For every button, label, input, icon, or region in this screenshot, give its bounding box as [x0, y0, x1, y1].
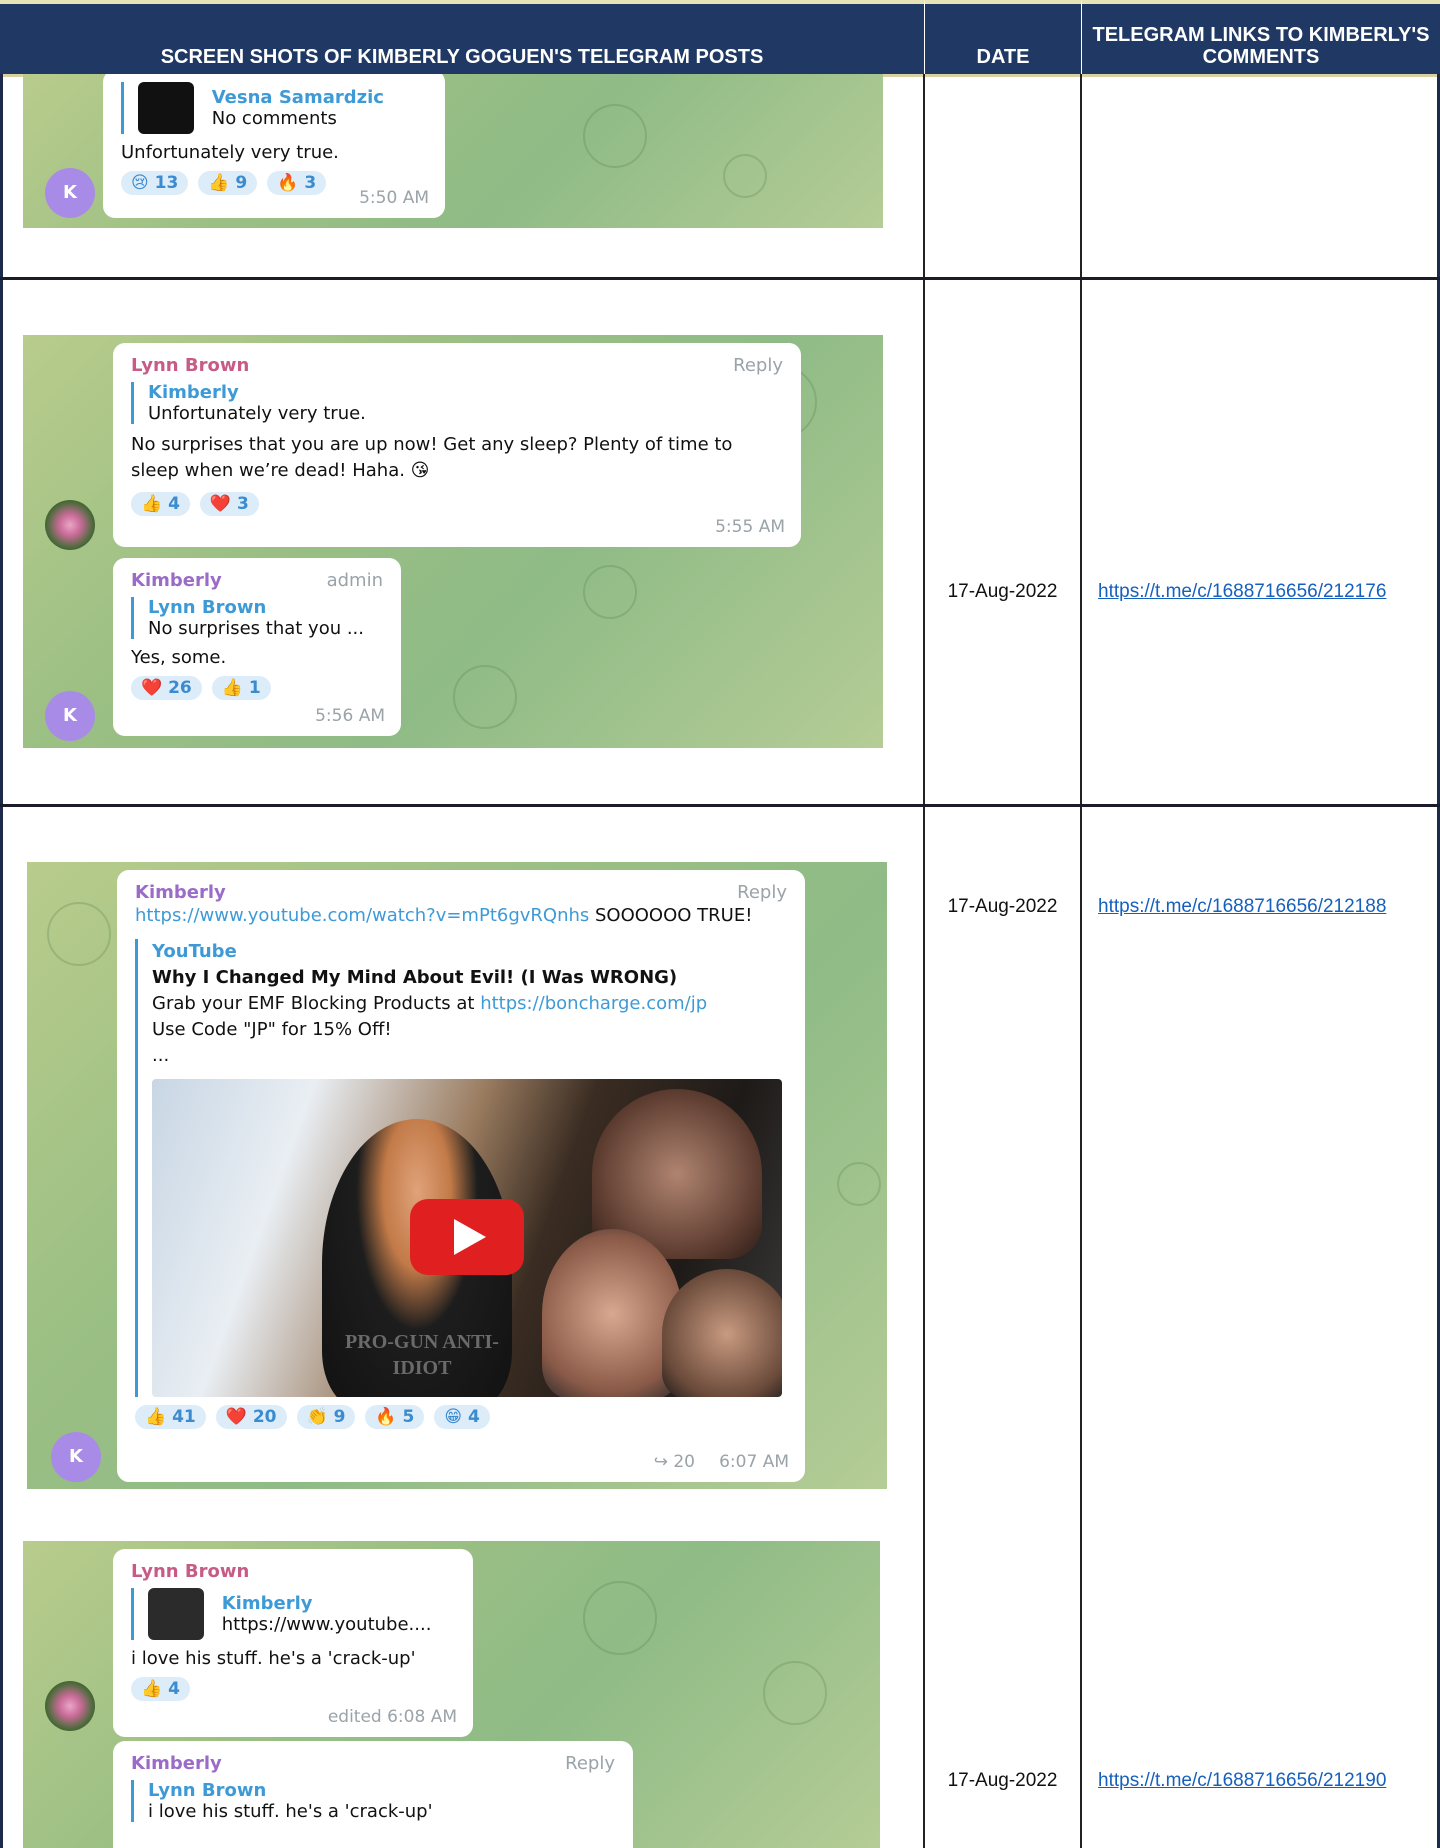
reaction[interactable]: 👏 9 [296, 1405, 356, 1429]
face-figure [662, 1269, 782, 1397]
admin-badge: admin [326, 570, 383, 591]
quote-text: https://www.youtube.... [221, 1614, 432, 1635]
avatar: K [51, 1432, 101, 1482]
face-figure [542, 1229, 682, 1397]
reply-button[interactable]: Reply [565, 1753, 615, 1774]
quote-author: Kimberly [148, 382, 239, 403]
quote-author: Vesna Samardzic [211, 87, 384, 108]
message-time: 5:56 AM [315, 706, 385, 726]
date-cell: 17-Aug-2022 [947, 1770, 1058, 1791]
quote-text: No surprises that you ... [148, 618, 364, 639]
message-time: 5:50 AM [359, 188, 429, 208]
telegram-screenshot: K Vesna Samardzic No comments Unfortunat… [23, 74, 883, 228]
link-preview-desc: Use Code "JP" for 15% Off! [152, 1019, 392, 1040]
row-divider [0, 277, 1440, 280]
reaction[interactable]: 😢 13 [121, 171, 189, 195]
avatar: K [45, 168, 95, 218]
date-cell: 17-Aug-2022 [947, 581, 1058, 602]
quote-text: i love his stuff. he's a 'crack-up' [148, 1801, 433, 1822]
reaction[interactable]: 😁 4 [434, 1405, 490, 1429]
reactions: ❤️ 26 👍 1 [131, 676, 383, 700]
link-preview-desc: ... [152, 1045, 170, 1066]
telegram-screenshot: K Kimberly Reply https://www.youtube.com… [27, 862, 887, 1489]
date-cell: 17-Aug-2022 [947, 896, 1058, 917]
message-time: edited 6:08 AM [327, 1707, 457, 1727]
avatar [45, 500, 95, 550]
reaction[interactable]: 👍 4 [131, 1677, 190, 1701]
header-date: DATE [924, 0, 1081, 74]
message-author: Kimberly [131, 570, 222, 591]
reaction[interactable]: 🔥 5 [365, 1405, 425, 1429]
reaction[interactable]: 👍 1 [211, 676, 271, 700]
reaction[interactable]: 👍 4 [131, 492, 190, 516]
quote-text: No comments [211, 108, 337, 129]
reactions: 👍 4 [131, 1677, 455, 1701]
telegram-link[interactable]: https://t.me/c/1688716656/212188 [1098, 896, 1438, 918]
message-bubble: Kimberly Reply https://www.youtube.com/w… [117, 870, 805, 1482]
link-preview-desc: Grab your EMF Blocking Products at [152, 993, 481, 1014]
reaction[interactable]: ❤️ 20 [215, 1405, 287, 1429]
telegram-screenshot: Lynn Brown Reply Kimberly Unfortunately … [23, 335, 883, 748]
message-text: Unfortunately very true. [121, 142, 339, 163]
telegram-screenshot: Lynn Brown Kimberly https://www.youtube.… [23, 1541, 880, 1848]
header-links: TELEGRAM LINKS TO KIMBERLY'S COMMENTS [1081, 0, 1440, 74]
promo-link[interactable]: https://boncharge.com/jp [480, 993, 707, 1014]
shirt-text: PRO-GUN ANTI-IDIOT [345, 1331, 499, 1379]
reaction[interactable]: ❤️ 3 [199, 492, 259, 516]
reaction[interactable]: 👍 41 [135, 1405, 206, 1429]
document-sheet: SCREEN SHOTS OF KIMBERLY GOGUEN'S TELEGR… [0, 0, 1440, 1848]
avatar: K [45, 691, 95, 741]
youtube-link[interactable]: https://www.youtube.com/watch?v=mPt6gvRQ… [135, 905, 589, 926]
message-author: Lynn Brown [131, 355, 250, 376]
link-preview-site: YouTube [152, 941, 237, 962]
message-author: Lynn Brown [131, 1561, 250, 1582]
column-divider [923, 74, 925, 1848]
play-icon[interactable] [410, 1199, 524, 1275]
reaction[interactable]: 👍 9 [198, 171, 258, 195]
message-time: 5:55 AM [715, 517, 785, 537]
telegram-link[interactable]: https://t.me/c/1688716656/212190 [1098, 1770, 1438, 1792]
reaction[interactable]: 🔥 3 [267, 171, 327, 195]
table-left-border [0, 74, 3, 1848]
reactions: 👍 41 ❤️ 20 👏 9 🔥 5 😁 4 [135, 1405, 787, 1429]
quote-author: Kimberly [221, 1593, 313, 1614]
message-bubble: Lynn Brown Reply Kimberly Unfortunately … [113, 343, 801, 547]
quote-thumbnail [148, 1588, 204, 1640]
quote-thumbnail [138, 82, 194, 134]
row-divider [0, 804, 1440, 807]
reaction[interactable]: ❤️ 26 [131, 676, 202, 700]
message-bubble: Vesna Samardzic No comments Unfortunatel… [103, 74, 445, 218]
avatar [45, 1681, 95, 1731]
quote-author: Lynn Brown [148, 1780, 267, 1801]
message-author: Kimberly [135, 882, 226, 903]
forward-count: ↪ 20 [653, 1452, 695, 1472]
message-time: 6:07 AM [719, 1452, 789, 1472]
message-bubble: Lynn Brown Kimberly https://www.youtube.… [113, 1549, 473, 1737]
reply-button[interactable]: Reply [733, 355, 783, 376]
message-bubble: Kimberly admin Lynn Brown No surprises t… [113, 558, 401, 736]
column-divider [1080, 74, 1082, 1848]
telegram-link[interactable]: https://t.me/c/1688716656/212176 [1098, 581, 1438, 603]
reactions: 👍 4 ❤️ 3 [131, 492, 783, 516]
message-bubble: Kimberly Reply Lynn Brown i love his stu… [113, 1741, 633, 1848]
link-preview-title: Why I Changed My Mind About Evil! (I Was… [152, 967, 678, 988]
reply-button[interactable]: Reply [737, 882, 787, 903]
message-text: SOOOOOO TRUE! [589, 905, 753, 926]
quote-text: Unfortunately very true. [148, 403, 366, 424]
message-text: Yes, some. [131, 647, 227, 668]
header-screenshots: SCREEN SHOTS OF KIMBERLY GOGUEN'S TELEGR… [0, 0, 924, 74]
video-thumbnail[interactable]: PRO-GUN ANTI-IDIOT [152, 1079, 782, 1397]
quote-author: Lynn Brown [148, 597, 267, 618]
message-text: No surprises that you are up now! Get an… [131, 434, 733, 481]
message-author: Kimberly [131, 1753, 222, 1774]
message-text: i love his stuff. he's a 'crack-up' [131, 1648, 416, 1669]
